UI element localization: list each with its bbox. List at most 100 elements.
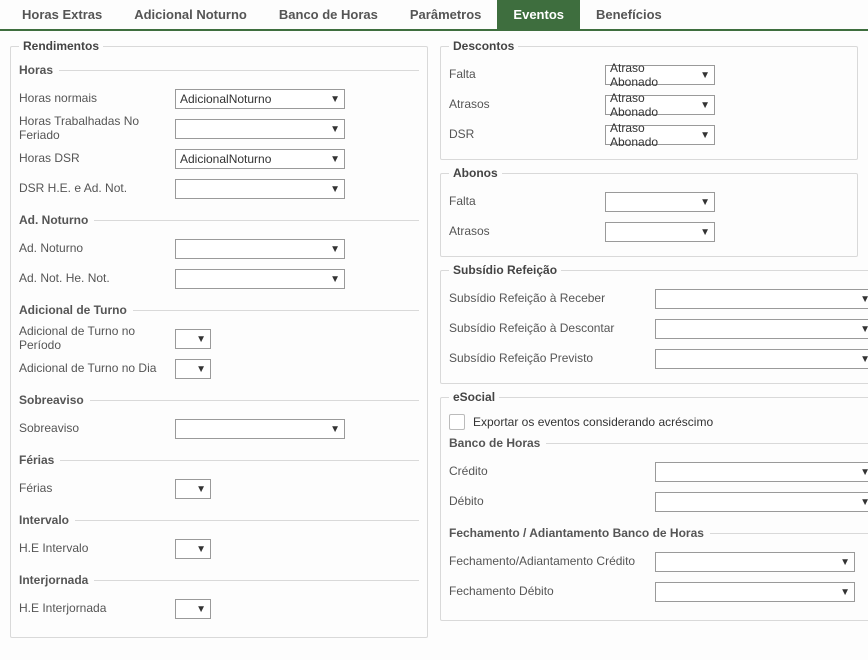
horas-dsr-label: Horas DSR [19, 152, 169, 166]
ferias-legend: Férias [19, 453, 60, 467]
abonos-falta-label: Falta [449, 195, 599, 209]
adicional-turno-group: Adicional de Turno Adicional de Turno no… [19, 303, 419, 389]
sobreaviso-label: Sobreaviso [19, 422, 169, 436]
ad-noturno-select[interactable]: ▼ [175, 239, 345, 259]
descontos-legend: Descontos [449, 39, 518, 53]
banco-horas-credito-select[interactable]: ▼ [655, 462, 868, 482]
chevron-down-icon: ▼ [330, 124, 340, 135]
tab-horas-extras[interactable]: Horas Extras [6, 0, 118, 29]
chevron-down-icon: ▼ [700, 130, 710, 141]
horas-trabalhadas-feriado-select[interactable]: ▼ [175, 119, 345, 139]
chevron-down-icon: ▼ [860, 467, 868, 478]
chevron-down-icon: ▼ [330, 184, 340, 195]
tab-banco-de-horas[interactable]: Banco de Horas [263, 0, 394, 29]
chevron-down-icon: ▼ [700, 70, 710, 81]
ferias-label: Férias [19, 482, 169, 496]
subsidio-previsto-select[interactable]: ▼ [655, 349, 868, 369]
subsidio-previsto-label: Subsídio Refeição Previsto [449, 352, 649, 366]
descontos-dsr-value: Atraso Abonado [610, 121, 694, 149]
esocial-banco-horas-group: Banco de Horas Crédito ▼ Débito ▼ [449, 436, 868, 522]
abonos-legend: Abonos [449, 166, 502, 180]
adicional-turno-periodo-select[interactable]: ▼ [175, 329, 211, 349]
horas-group: Horas Horas normais AdicionalNoturno ▼ H… [19, 63, 419, 209]
chevron-down-icon: ▼ [330, 424, 340, 435]
descontos-dsr-label: DSR [449, 128, 599, 142]
subsidio-legend: Subsídio Refeição [449, 263, 561, 277]
abonos-atrasos-label: Atrasos [449, 225, 599, 239]
ferias-select[interactable]: ▼ [175, 479, 211, 499]
exportar-eventos-label: Exportar os eventos considerando acrésci… [473, 415, 713, 429]
subsidio-group: Subsídio Refeição Subsídio Refeição à Re… [440, 263, 868, 384]
exportar-eventos-checkbox[interactable] [449, 414, 465, 430]
chevron-down-icon: ▼ [196, 364, 206, 375]
chevron-down-icon: ▼ [330, 154, 340, 165]
descontos-dsr-select[interactable]: Atraso Abonado ▼ [605, 125, 715, 145]
sobreaviso-group: Sobreaviso Sobreaviso ▼ [19, 393, 419, 449]
subsidio-descontar-label: Subsídio Refeição à Descontar [449, 322, 649, 336]
subsidio-receber-label: Subsídio Refeição à Receber [449, 292, 649, 306]
interjornada-legend: Interjornada [19, 573, 94, 587]
chevron-down-icon: ▼ [196, 334, 206, 345]
chevron-down-icon: ▼ [860, 354, 868, 365]
banco-horas-debito-select[interactable]: ▼ [655, 492, 868, 512]
chevron-down-icon: ▼ [330, 244, 340, 255]
descontos-atrasos-select[interactable]: Atraso Abonado ▼ [605, 95, 715, 115]
esocial-fechamento-group: Fechamento / Adiantamento Banco de Horas… [449, 526, 868, 612]
sobreaviso-select[interactable]: ▼ [175, 419, 345, 439]
abonos-group: Abonos Falta ▼ Atrasos ▼ [440, 166, 858, 257]
dsr-he-adnot-label: DSR H.E. e Ad. Not. [19, 182, 169, 196]
chevron-down-icon: ▼ [840, 587, 850, 598]
subsidio-descontar-select[interactable]: ▼ [655, 319, 868, 339]
adicional-turno-periodo-label: Adicional de Turno no Período [19, 325, 169, 353]
abonos-falta-select[interactable]: ▼ [605, 192, 715, 212]
interjornada-group: Interjornada H.E Interjornada ▼ [19, 573, 419, 629]
descontos-falta-value: Atraso Abonado [610, 61, 694, 89]
ad-not-he-not-label: Ad. Not. He. Not. [19, 272, 169, 286]
horas-dsr-select[interactable]: AdicionalNoturno ▼ [175, 149, 345, 169]
descontos-group: Descontos Falta Atraso Abonado ▼ Atrasos… [440, 39, 858, 160]
fechamento-debito-label: Fechamento Débito [449, 585, 649, 599]
chevron-down-icon: ▼ [330, 274, 340, 285]
intervalo-group: Intervalo H.E Intervalo ▼ [19, 513, 419, 569]
ad-noturno-group: Ad. Noturno Ad. Noturno ▼ Ad. Not. He. N… [19, 213, 419, 299]
sobreaviso-legend: Sobreaviso [19, 393, 90, 407]
descontos-atrasos-label: Atrasos [449, 98, 599, 112]
fechamento-debito-select[interactable]: ▼ [655, 582, 855, 602]
adicional-turno-legend: Adicional de Turno [19, 303, 133, 317]
horas-normais-select[interactable]: AdicionalNoturno ▼ [175, 89, 345, 109]
chevron-down-icon: ▼ [330, 94, 340, 105]
horas-dsr-value: AdicionalNoturno [180, 152, 271, 166]
chevron-down-icon: ▼ [196, 484, 206, 495]
horas-legend: Horas [19, 63, 59, 77]
chevron-down-icon: ▼ [196, 544, 206, 555]
he-intervalo-select[interactable]: ▼ [175, 539, 211, 559]
abonos-atrasos-select[interactable]: ▼ [605, 222, 715, 242]
tab-beneficios[interactable]: Benefícios [580, 0, 678, 29]
adicional-turno-dia-select[interactable]: ▼ [175, 359, 211, 379]
he-interjornada-select[interactable]: ▼ [175, 599, 211, 619]
ad-not-he-not-select[interactable]: ▼ [175, 269, 345, 289]
tab-bar: Horas Extras Adicional Noturno Banco de … [0, 0, 868, 31]
chevron-down-icon: ▼ [700, 197, 710, 208]
ad-noturno-label: Ad. Noturno [19, 242, 169, 256]
ad-noturno-legend: Ad. Noturno [19, 213, 94, 227]
chevron-down-icon: ▼ [860, 294, 868, 305]
tab-adicional-noturno[interactable]: Adicional Noturno [118, 0, 263, 29]
subsidio-receber-select[interactable]: ▼ [655, 289, 868, 309]
fechamento-credito-select[interactable]: ▼ [655, 552, 855, 572]
tab-parametros[interactable]: Parâmetros [394, 0, 498, 29]
horas-normais-label: Horas normais [19, 92, 169, 106]
descontos-falta-label: Falta [449, 68, 599, 82]
descontos-falta-select[interactable]: Atraso Abonado ▼ [605, 65, 715, 85]
banco-horas-credito-label: Crédito [449, 465, 649, 479]
horas-trabalhadas-feriado-label: Horas Trabalhadas No Feriado [19, 115, 169, 143]
he-interjornada-label: H.E Interjornada [19, 602, 169, 616]
esocial-fechamento-legend: Fechamento / Adiantamento Banco de Horas [449, 526, 710, 540]
chevron-down-icon: ▼ [700, 100, 710, 111]
tab-eventos[interactable]: Eventos [497, 0, 580, 29]
chevron-down-icon: ▼ [840, 557, 850, 568]
esocial-legend: eSocial [449, 390, 499, 404]
fechamento-credito-label: Fechamento/Adiantamento Crédito [449, 555, 649, 569]
he-intervalo-label: H.E Intervalo [19, 542, 169, 556]
dsr-he-adnot-select[interactable]: ▼ [175, 179, 345, 199]
